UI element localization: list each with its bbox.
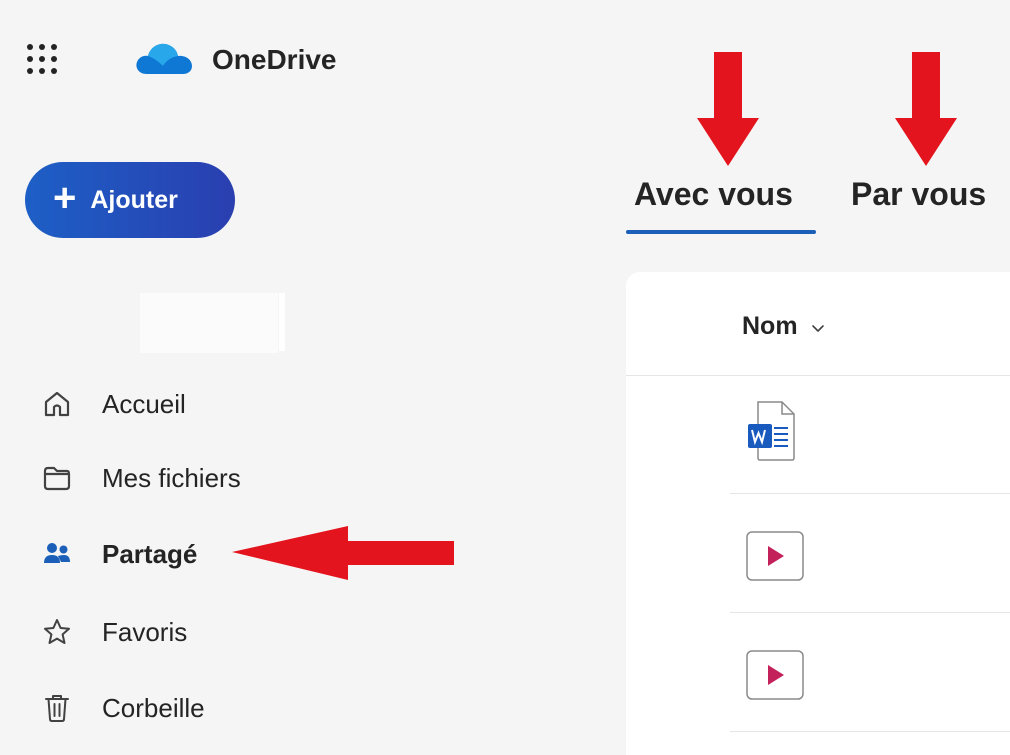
nav-item-recycle-bin[interactable]: Corbeille	[42, 684, 205, 732]
table-row[interactable]	[730, 376, 1010, 494]
nav-item-my-files[interactable]: Mes fichiers	[42, 454, 241, 502]
word-document-icon	[748, 401, 795, 461]
video-file-icon	[746, 531, 804, 581]
column-header-label: Nom	[742, 312, 798, 340]
app-title: OneDrive	[212, 44, 337, 75]
selected-tab-indicator	[626, 230, 816, 234]
table-row[interactable]	[730, 614, 1010, 732]
chevron-down-icon	[811, 324, 824, 332]
arrow-left-icon	[232, 526, 454, 580]
nav-item-home[interactable]: Accueil	[42, 380, 186, 428]
folder-icon	[43, 466, 71, 491]
column-header-name[interactable]: Nom	[742, 312, 826, 341]
add-button[interactable]: + Ajouter	[25, 162, 235, 238]
nav-item-label: Favoris	[102, 616, 188, 647]
arrow-down-icon	[895, 52, 957, 166]
app-launcher-icon[interactable]	[24, 41, 60, 77]
table-row[interactable]	[730, 495, 1010, 613]
add-button-label: Ajouter	[90, 185, 178, 214]
nav-item-label: Accueil	[102, 388, 186, 419]
arrow-down-icon	[697, 52, 759, 166]
people-icon	[44, 543, 70, 563]
nav-item-label: Mes fichiers	[102, 462, 241, 493]
home-icon	[44, 391, 70, 417]
plus-icon: +	[53, 176, 77, 220]
star-icon	[44, 619, 70, 644]
nav-item-favorites[interactable]: Favoris	[42, 608, 187, 656]
nav-item-label: Corbeille	[102, 692, 205, 723]
blank-area	[140, 293, 278, 353]
tab-with-you[interactable]: Avec vous	[634, 176, 793, 213]
trash-icon	[45, 695, 69, 722]
nav-item-label: Partagé	[102, 538, 198, 569]
video-file-icon	[746, 650, 804, 700]
file-list: Nom	[626, 272, 1010, 755]
tab-by-you[interactable]: Par vous	[851, 176, 986, 213]
onedrive-cloud-icon	[136, 43, 192, 74]
nav-item-shared[interactable]: Partagé	[42, 530, 197, 578]
divider	[279, 293, 285, 351]
